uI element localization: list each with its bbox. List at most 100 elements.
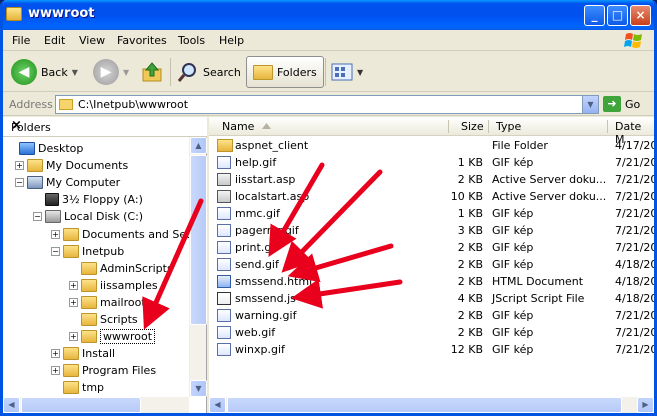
scroll-right-button[interactable]: ▶ <box>637 397 654 413</box>
file-date: 7/21/200 <box>615 156 657 169</box>
file-row[interactable]: aspnet_client File Folder 4/17/200 <box>209 137 654 154</box>
gif-icon <box>217 207 231 220</box>
tree-node-label: Program Files <box>82 364 157 378</box>
file-row[interactable]: help.gif 1 KB GIF kép 7/21/200 <box>209 154 654 171</box>
up-folder-button[interactable] <box>141 56 163 88</box>
horizontal-scrollbar[interactable]: ◀ ▶ <box>209 397 654 413</box>
tree-node-label: Desktop <box>38 142 84 155</box>
menu-edit[interactable]: Edit <box>44 34 65 47</box>
expand-icon[interactable]: + <box>51 229 60 239</box>
chevron-down-icon[interactable]: ▼ <box>72 68 78 77</box>
file-size: 2 KB <box>457 241 483 254</box>
maximize-button[interactable]: □ <box>607 5 628 26</box>
back-button[interactable]: ◀ Back ▼ <box>11 56 78 88</box>
close-pane-button[interactable]: × <box>11 118 195 133</box>
chevron-down-icon[interactable]: ▼ <box>123 68 129 77</box>
file-row[interactable]: localstart.asp 10 KB Active Server doku...… <box>209 188 654 205</box>
file-row[interactable]: print.gif 2 KB GIF kép 7/21/200 <box>209 239 654 256</box>
views-button[interactable]: ▼ <box>331 56 363 88</box>
column-name[interactable]: Name <box>222 120 254 133</box>
scroll-left-button[interactable]: ◀ <box>3 397 20 413</box>
tree-node[interactable]: + wwwroot <box>69 328 156 345</box>
menu-view[interactable]: View <box>79 34 105 47</box>
address-input[interactable]: C:\Inetpub\wwwroot ▼ <box>55 95 599 114</box>
file-size: 1 KB <box>457 207 483 220</box>
address-dropdown-button[interactable]: ▼ <box>582 96 598 113</box>
chevron-down-icon[interactable]: ▼ <box>357 68 363 77</box>
menu-tools[interactable]: Tools <box>178 34 205 47</box>
file-row[interactable]: mmc.gif 1 KB GIF kép 7/21/200 <box>209 205 654 222</box>
my-computer-icon <box>27 176 43 190</box>
tree-node[interactable]: − My Computer <box>15 174 120 191</box>
tree-node[interactable]: + Program Files <box>51 362 156 379</box>
scroll-down-button[interactable]: ▼ <box>190 380 207 397</box>
expand-icon[interactable]: + <box>51 366 60 376</box>
tree-node[interactable]: Desktop <box>7 140 83 157</box>
menu-help[interactable]: Help <box>219 34 244 47</box>
close-button[interactable]: × <box>630 5 651 26</box>
menu-file[interactable]: File <box>12 34 30 47</box>
column-type[interactable]: Type <box>496 120 521 133</box>
file-row[interactable]: send.gif 2 KB GIF kép 4/18/200 <box>209 256 654 273</box>
file-type: GIF kép <box>492 326 534 339</box>
file-name: aspnet_client <box>235 139 309 152</box>
tree-node-label: My Documents <box>46 159 129 173</box>
scroll-thumb[interactable] <box>227 397 622 413</box>
file-size: 1 KB <box>457 156 483 169</box>
folders-label: Folders <box>277 65 317 79</box>
file-row[interactable]: smssend.html 2 KB HTML Document 4/18/200 <box>209 273 654 290</box>
horizontal-scrollbar[interactable]: ◀ <box>3 397 189 413</box>
file-row[interactable]: web.gif 2 KB GIF kép 7/21/200 <box>209 324 654 341</box>
file-row[interactable]: smssend.js 4 KB JScript Script File 4/18/20… <box>209 290 654 307</box>
tree-node[interactable]: tmp <box>51 379 104 396</box>
gif-icon <box>217 224 231 237</box>
file-row[interactable]: iisstart.asp 2 KB Active Server doku... 7/2… <box>209 171 654 188</box>
drive-icon <box>45 210 61 224</box>
collapse-icon[interactable]: − <box>15 178 24 188</box>
title-bar[interactable]: wwwroot _ □ × <box>3 0 654 30</box>
expand-icon[interactable]: + <box>15 161 24 171</box>
tree-node[interactable]: Scripts <box>69 311 138 328</box>
forward-button[interactable]: ▶ ▼ <box>93 56 129 88</box>
minimize-button[interactable]: _ <box>584 5 605 26</box>
search-button[interactable]: Search <box>177 56 241 88</box>
scroll-thumb[interactable] <box>21 397 141 413</box>
scroll-left-button[interactable]: ◀ <box>209 397 226 413</box>
folders-button[interactable]: Folders <box>246 56 324 88</box>
scroll-thumb[interactable] <box>190 155 207 325</box>
column-size[interactable]: Size <box>461 120 484 133</box>
file-list-pane: Name Size Type Date M aspnet_client File … <box>209 117 654 413</box>
folder-icon <box>81 313 97 326</box>
file-size: 2 KB <box>457 309 483 322</box>
tree-node[interactable]: − Inetpub <box>51 243 124 260</box>
expand-icon[interactable]: + <box>51 349 60 359</box>
file-type: GIF kép <box>492 343 534 356</box>
file-row[interactable]: pagerror.gif 3 KB GIF kép 7/21/200 <box>209 222 654 239</box>
tree-node[interactable]: + Install <box>51 345 115 362</box>
expand-icon[interactable]: + <box>69 297 78 307</box>
menu-favorites[interactable]: Favorites <box>117 34 167 47</box>
tree-node[interactable]: + My Documents <box>15 157 128 174</box>
address-label: Address <box>9 98 53 111</box>
tree-node[interactable]: − Local Disk (C:) <box>33 208 143 225</box>
expand-icon[interactable]: + <box>69 280 78 290</box>
scroll-up-button[interactable]: ▲ <box>190 137 207 154</box>
tree-node-label: 3½ Floppy (A:) <box>62 193 143 207</box>
expand-icon[interactable]: + <box>69 332 78 342</box>
file-type: GIF kép <box>492 241 534 254</box>
vertical-scrollbar[interactable]: ▲ ▼ <box>189 137 207 397</box>
tree-node[interactable]: + mailroot <box>69 294 146 311</box>
file-size: 10 KB <box>450 190 483 203</box>
tree-node-label: Inetpub <box>82 244 125 258</box>
collapse-icon[interactable]: − <box>51 246 60 256</box>
file-row[interactable]: warning.gif 2 KB GIF kép 7/21/200 <box>209 307 654 324</box>
tree-node[interactable]: 3½ Floppy (A:) <box>33 191 143 208</box>
file-row[interactable]: winxp.gif 12 KB GIF kép 7/21/200 <box>209 341 654 358</box>
tree-node[interactable]: + Documents and Setti <box>51 226 198 243</box>
file-date: 7/21/200 <box>615 224 657 237</box>
folder-icon <box>81 261 97 275</box>
tree-node[interactable]: AdminScripts <box>69 260 173 277</box>
tree-node[interactable]: + iissamples <box>69 277 158 294</box>
go-button[interactable]: ➜ Go <box>603 96 640 112</box>
collapse-icon[interactable]: − <box>33 212 42 222</box>
